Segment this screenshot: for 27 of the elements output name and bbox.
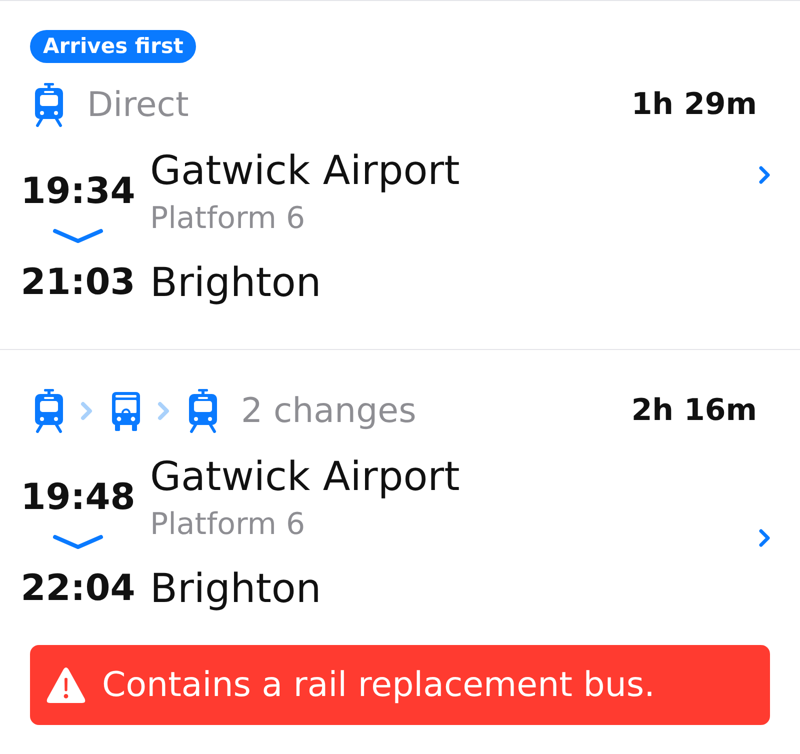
chevron-down-icon: [52, 534, 104, 550]
warning-icon: [46, 666, 86, 704]
departure-time: 19:34: [20, 171, 136, 213]
platform-label: Platform 6: [150, 202, 306, 236]
arrival-station: Brighton: [150, 566, 322, 612]
arrival-station: Brighton: [150, 260, 322, 306]
chevron-right-icon[interactable]: [758, 528, 771, 548]
separator-chevron-icon: [157, 401, 171, 421]
arrival-time: 21:03: [20, 262, 136, 304]
chevron-down-icon: [52, 228, 104, 244]
route-summary: Direct: [87, 85, 189, 125]
route-summary: 2 changes: [241, 391, 416, 431]
departure-station: Gatwick Airport: [150, 454, 460, 500]
bus-icon: [110, 390, 142, 432]
chevron-right-icon[interactable]: [758, 165, 771, 185]
arrival-time: 22:04: [20, 568, 136, 610]
duration-text: 1h 29m: [631, 87, 757, 123]
departure-station: Gatwick Airport: [150, 148, 460, 194]
journey-badge: Arrives first: [30, 30, 196, 63]
train-icon: [187, 389, 219, 433]
duration-text: 2h 16m: [631, 393, 757, 429]
departure-time: 19:48: [20, 477, 136, 519]
train-icon: [33, 83, 65, 127]
alert-text: Contains a rail replacement bus.: [102, 665, 655, 705]
separator-chevron-icon: [80, 401, 94, 421]
train-icon: [33, 389, 65, 433]
platform-label: Platform 6: [150, 508, 306, 542]
